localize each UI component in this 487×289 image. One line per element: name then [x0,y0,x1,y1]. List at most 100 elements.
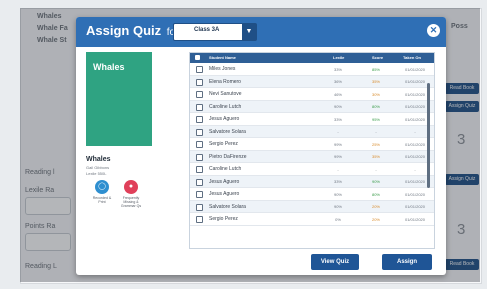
lexile-cell: - [337,129,339,134]
student-name: Salvatore Solara [209,128,246,135]
column-taken-on[interactable]: Taken On [403,55,421,60]
row-checkbox[interactable] [196,216,203,223]
score-cell: 95% [371,116,380,122]
book-author: Gail Gibbons [86,165,110,170]
lexile-cell: 99% [333,154,342,159]
row-checkbox[interactable] [196,166,203,173]
lexile-cell: 90% [333,191,342,197]
row-checkbox[interactable] [196,78,203,86]
book-cover-title: Whales [93,62,125,72]
student-name: Sergio Perez [209,141,238,147]
taken-on-cell: - [414,129,416,134]
table-header: Student Name Lexile Score Taken On [190,53,434,63]
score-cell: 25% [371,141,380,147]
row-checkbox[interactable] [196,141,203,148]
student-name: Sergio Perez [209,216,238,222]
column-score[interactable]: Score [372,55,383,60]
table-row[interactable]: Salvatore Solara - - - [190,125,434,139]
taken-on-cell: 01/01/2020 [404,116,426,122]
table-row[interactable]: Sergio Perez 99% 25% 01/01/2020 [190,138,434,151]
score-cell: - [375,166,377,172]
row-checkbox[interactable] [196,203,203,211]
student-name: Caroline Lutch [209,166,242,172]
table-row[interactable]: Elena Romero 36% 35% 01/01/2020 [190,75,434,89]
taken-on-cell: 01/01/2020 [404,179,426,184]
taken-on-cell: 01/01/2020 [404,104,426,109]
table-row[interactable]: Miles Jones 33% 85% 01/01/2020 [190,63,434,76]
action-label: Frequently Missing & Grammar Qs [120,196,142,208]
score-cell: 80% [371,104,380,109]
table-row[interactable]: Sergio Perez 0% 20% 01/01/2020 [190,213,434,226]
table-row[interactable]: Jesus Aguero 90% 80% 01/01/2020 [190,188,434,201]
student-name: Salvatore Solara [209,203,246,210]
row-checkbox[interactable] [196,178,203,186]
student-name: Jesus Aguero [209,116,240,122]
assign-quiz-modal: Assign Quiz for Class 3A ▼ ✕ Whales Whal… [76,17,446,275]
lexile-cell: - [337,166,339,172]
student-name: Miles Jones [209,66,236,72]
row-checkbox[interactable] [196,103,203,111]
taken-on-cell: 01/01/2020 [404,66,426,72]
action-label: Recorded & Print [92,196,112,204]
person-icon[interactable]: ● [124,180,138,194]
column-student-name[interactable]: Student Name [209,55,236,60]
lexile-cell: 33% [333,179,342,184]
table-row[interactable]: Nevi Sanutove 46% 30% 01/01/2020 [190,88,434,101]
student-name: Jesus Aguero [209,191,240,197]
assign-button[interactable]: Assign [382,254,432,270]
row-checkbox[interactable] [196,66,203,73]
student-name: Pietro DaFirenze [209,153,247,160]
modal-header: Assign Quiz for Class 3A ▼ ✕ [76,17,446,47]
table-row[interactable]: Salvatore Solara 90% 20% 01/01/2020 [190,200,434,214]
student-table: Student Name Lexile Score Taken On Miles… [189,52,435,249]
score-cell: 85% [371,66,380,72]
score-cell: 20% [371,216,380,222]
select-all-checkbox[interactable] [195,55,200,60]
taken-on-cell: 01/01/2020 [404,191,426,197]
score-cell: 35% [371,154,380,159]
lexile-cell: 33% [333,66,342,72]
row-checkbox[interactable] [196,153,203,161]
taken-on-cell: 01/01/2020 [404,216,426,222]
student-name: Jesus Aguero [209,178,240,185]
student-name: Nevi Sanutove [209,91,242,97]
table-row[interactable]: Caroline Lutch 90% 80% 01/01/2020 [190,100,434,114]
score-cell: 20% [371,204,380,209]
book-lexile: Lexile 550L [86,171,107,176]
table-row[interactable]: Jesus Aguero 33% 95% 01/01/2020 [190,113,434,126]
table-row[interactable]: Caroline Lutch - - - [190,163,434,176]
taken-on-cell: 01/01/2020 [404,204,426,209]
lexile-cell: 36% [333,79,342,84]
column-lexile[interactable]: Lexile [333,55,344,60]
taken-on-cell: 01/01/2020 [404,79,426,84]
class-select[interactable]: Class 3A ▼ [173,23,257,41]
lexile-cell: 0% [335,216,341,222]
chevron-down-icon[interactable]: ▼ [242,24,256,40]
score-cell: 35% [371,79,380,84]
table-scrollbar[interactable] [427,83,430,188]
row-checkbox[interactable] [196,191,203,198]
book-cover: Whales [86,52,152,146]
taken-on-cell: 01/01/2020 [404,154,426,159]
view-quiz-button[interactable]: View Quiz [311,254,359,270]
table-row[interactable]: Jesus Aguero 33% 90% 01/01/2020 [190,175,434,189]
score-cell: 30% [371,91,380,97]
modal-title: Assign Quiz for [86,23,178,38]
row-checkbox[interactable] [196,128,203,136]
row-checkbox[interactable] [196,91,203,98]
lexile-cell: 90% [333,204,342,209]
student-name: Caroline Lutch [209,103,242,110]
lexile-cell: 99% [333,141,342,147]
close-icon[interactable]: ✕ [427,24,440,37]
class-select-value: Class 3A [194,27,220,33]
score-cell: 90% [371,179,380,184]
row-checkbox[interactable] [196,116,203,123]
taken-on-cell: - [414,166,416,172]
modal-title-text: Assign Quiz [86,23,162,38]
student-name: Elena Romero [209,78,241,85]
lexile-cell: 46% [333,91,342,97]
headphones-icon[interactable]: ◯ [95,180,109,194]
score-cell: 80% [371,191,380,197]
book-title: Whales [86,156,111,163]
table-row[interactable]: Pietro DaFirenze 99% 35% 01/01/2020 [190,150,434,164]
